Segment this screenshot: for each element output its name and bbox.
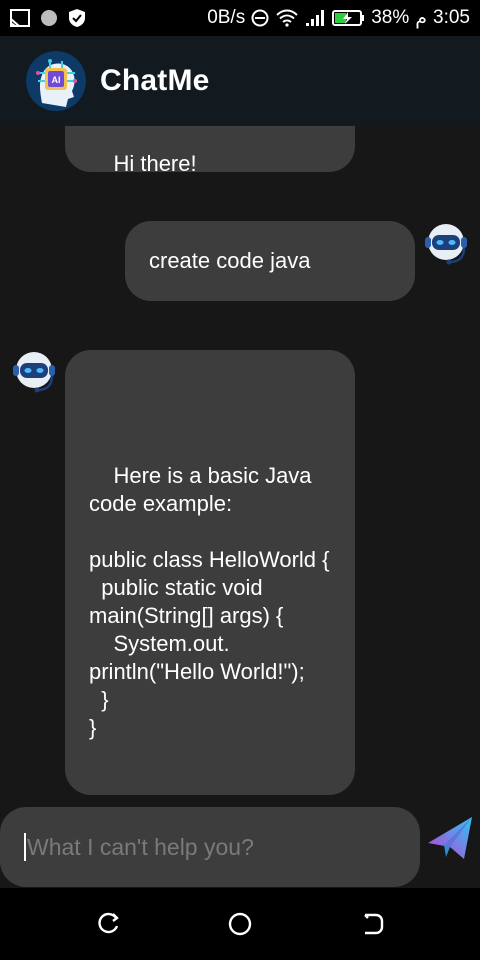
circle-notification-icon xyxy=(41,10,57,26)
robot-avatar-icon xyxy=(13,352,55,393)
battery-charging-icon xyxy=(332,10,365,26)
svg-text:AI: AI xyxy=(52,75,61,85)
message-input[interactable] xyxy=(27,833,407,861)
message-text: create code java xyxy=(149,248,311,273)
system-navigation-bar xyxy=(0,888,480,960)
recent-apps-icon[interactable] xyxy=(94,910,122,938)
user-message-bubble: create code java xyxy=(125,221,415,301)
paper-plane-send-icon[interactable] xyxy=(426,815,474,863)
bot-message-bubble: Hi there! xyxy=(65,126,355,176)
battery-percentage: 38% xyxy=(371,7,410,28)
app-title: ChatMe xyxy=(100,64,210,97)
back-icon[interactable] xyxy=(358,910,386,938)
status-bar: 0B/s 38% م 3:05 xyxy=(0,0,480,36)
signal-icon xyxy=(306,10,325,26)
text-cursor xyxy=(24,833,26,861)
message-text: Hi there! xyxy=(113,151,197,176)
status-right: 0B/s 38% م 3:05 xyxy=(207,7,470,30)
wifi-icon xyxy=(276,9,298,27)
chat-message-list[interactable]: Hi there! create code java Here is a bas… xyxy=(0,126,480,798)
network-speed: 0B/s xyxy=(207,7,246,28)
message-composer xyxy=(0,807,420,887)
bot-message-bubble: Here is a basic Java code example: publi… xyxy=(65,350,355,795)
clock-time: 3:05 xyxy=(433,7,470,28)
home-icon[interactable] xyxy=(226,910,254,938)
status-left-icons xyxy=(10,8,86,28)
ai-brain-logo-icon: AI xyxy=(26,51,86,111)
dnd-icon xyxy=(251,9,269,27)
shield-icon xyxy=(69,9,85,27)
robot-avatar-icon xyxy=(425,224,467,265)
app-bar: AI ChatMe xyxy=(0,36,480,126)
screen-cast-icon xyxy=(10,9,30,27)
message-text: Here is a basic Java code example: publi… xyxy=(89,463,330,740)
am-pm-indicator: م xyxy=(415,7,428,29)
